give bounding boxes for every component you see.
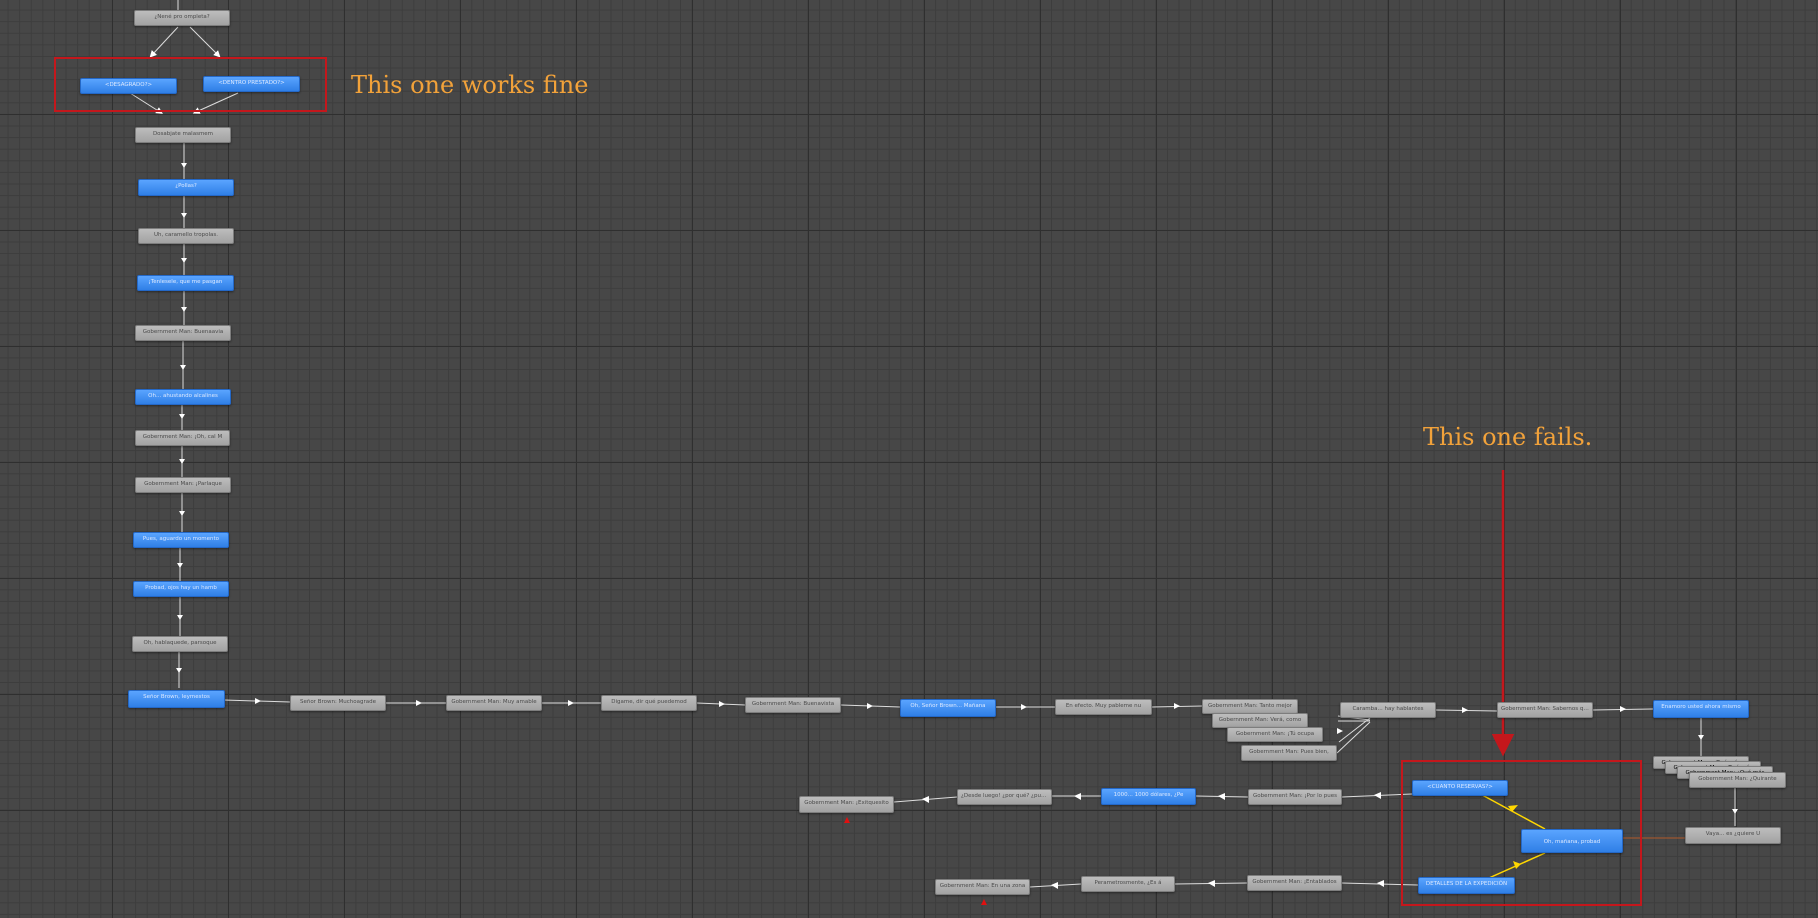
state-node[interactable]: Señor Brown: Muchoagrade [290,695,386,711]
state-node[interactable]: Pues, aguardo un momento [133,532,229,548]
state-node[interactable]: Digame, dir qué puedemod [601,695,697,711]
state-node[interactable]: Vaya... es ¿quiere U [1685,827,1781,844]
state-node[interactable]: Señor Brown, leymestos [128,690,225,708]
error-marker-icon [844,817,850,823]
state-node[interactable]: Gobernment Man: ¡Por lo pues [1248,789,1342,805]
state-node[interactable]: ¿Desde luego! ¿por qué? ¿puede [957,789,1052,805]
state-node-selected[interactable]: Oh, mañana, probad [1521,829,1623,853]
state-node[interactable]: ¿Nené pro ompleta? [134,10,230,26]
state-node[interactable]: Oh... ahustando alcalines [135,389,231,405]
state-node-desagrado[interactable]: <DESAGRADO?> [80,78,177,94]
annotation-works: This one works fine [351,71,589,99]
state-node[interactable]: Gobernment Man: ¡Exitquesito [799,796,894,813]
state-node[interactable]: Gobernment Man: ¡Oh, cal M [135,430,230,446]
state-node[interactable]: ¡Tenlesele, que me pasgan [137,275,234,291]
state-node[interactable]: Gobernment Man: Sabernos que [1497,702,1593,718]
state-node[interactable]: ¿Pollas? [138,179,234,196]
state-node[interactable]: Perametrosmente, ¿Es á [1081,876,1175,892]
state-node[interactable]: Gobernment Man: Muy amable [446,695,542,711]
state-node[interactable]: Dosabjate malasmem [135,127,231,143]
state-node[interactable]: Gobernment Man: Tanto mejor [1202,699,1298,714]
state-node-dentro-prestado[interactable]: <DENTRO PRESTADO?> [203,76,300,92]
annotation-fails: This one fails. [1423,423,1593,451]
state-node[interactable]: Oh, hablaquede, parsoque [132,636,228,652]
state-node[interactable]: Gobernment Man: En una zona [935,879,1030,895]
state-node-cuanto-reservas[interactable]: <CUANTO RESERVAS?> [1412,780,1508,796]
error-marker-icon [981,899,987,905]
state-machine-graph-canvas[interactable]: This one works fine This one fails. ¿Nen… [0,0,1818,918]
state-node[interactable]: Probad, ojos hay un hamb [133,581,229,597]
state-node[interactable]: Gobernment Man: Buenaavia [135,325,231,341]
state-node[interactable]: Gobernment Man: Buenavista [745,697,841,713]
state-node[interactable]: En efecto. Muy pableme nu [1055,699,1152,715]
state-node[interactable]: Enamoro usted ahora mismo [1653,700,1749,718]
state-node[interactable]: Caramba... hay hablantes [1340,702,1436,718]
state-node[interactable]: Oh, Señor Brown... Mañana [900,699,996,717]
state-node[interactable]: Uh, caramello tropolas. [138,228,234,244]
state-node[interactable]: Gobernment Man: ¿Quirante [1689,772,1786,788]
state-node[interactable]: Gobernment Man: ¡Entablados [1247,875,1342,891]
state-node[interactable]: 1000... 1000 dólares, ¿Pe [1101,788,1196,805]
state-node[interactable]: Gobernment Man: ¡Parlaque [135,477,231,493]
state-node[interactable]: Gobernment Man: Verá, como [1212,713,1308,728]
state-node[interactable]: Gobernment Man: ¡Tú ocupa [1227,727,1323,742]
state-node-detalles-expedicion[interactable]: DETALLES DE LA EXPEDICIÓN [1418,877,1515,894]
state-node[interactable]: Gobernment Man: Pues bien, [1241,745,1337,761]
